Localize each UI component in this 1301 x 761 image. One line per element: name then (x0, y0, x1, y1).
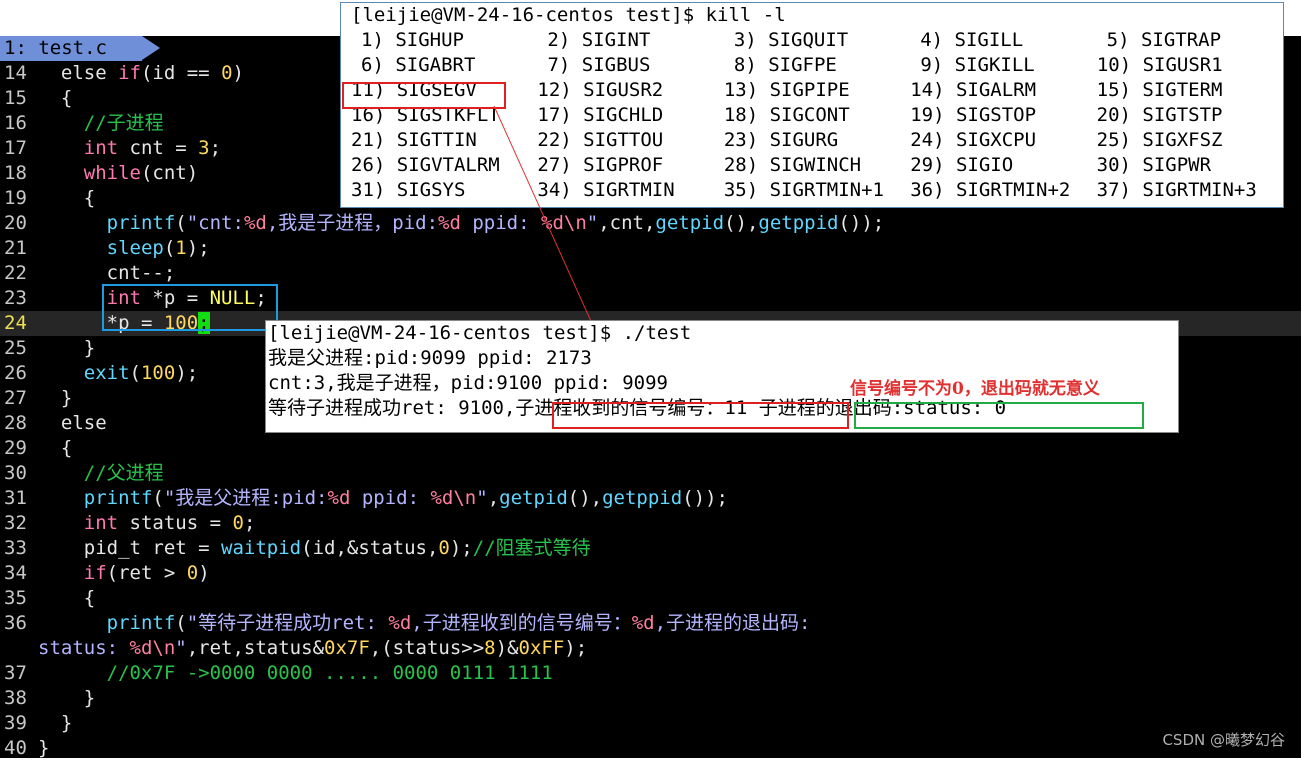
terminal-prompt: [leijie@VM-24-16-centos test]$ ./test (268, 322, 692, 344)
annotation-note: 信号编号不为0，退出码就无意义 (850, 379, 1100, 399)
output-line: 我是父进程:pid:9099 ppid: 2173 (268, 347, 592, 369)
highlight-box-signal-number (552, 402, 849, 429)
watermark: CSDN @曦梦幻谷 (1162, 731, 1285, 749)
highlight-box-exit-code (854, 402, 1144, 429)
output-text: 等待子进程成功ret: 9100, (268, 397, 516, 419)
